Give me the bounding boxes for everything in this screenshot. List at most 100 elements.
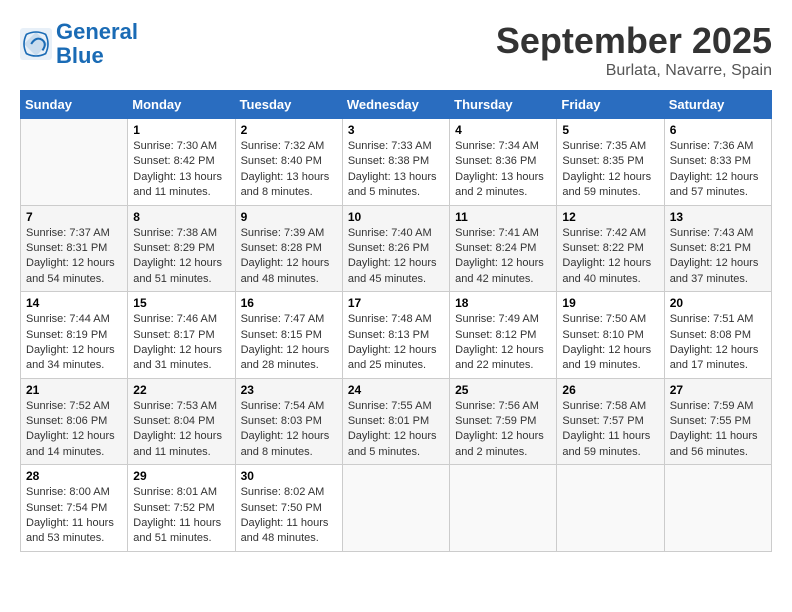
day-number: 2 <box>241 123 337 137</box>
week-row-4: 21 Sunrise: 7:52 AMSunset: 8:06 PMDayligh… <box>21 378 772 465</box>
day-number: 15 <box>133 296 229 310</box>
calendar-cell <box>450 465 557 552</box>
calendar-cell: 1 Sunrise: 7:30 AMSunset: 8:42 PMDaylight… <box>128 119 235 206</box>
calendar-cell: 2 Sunrise: 7:32 AMSunset: 8:40 PMDaylight… <box>235 119 342 206</box>
calendar-cell: 10 Sunrise: 7:40 AMSunset: 8:26 PMDayligh… <box>342 205 449 292</box>
day-number: 5 <box>562 123 658 137</box>
header-row: SundayMondayTuesdayWednesdayThursdayFrid… <box>21 91 772 119</box>
day-info: Sunrise: 7:49 AMSunset: 8:12 PMDaylight:… <box>455 312 551 374</box>
day-number: 18 <box>455 296 551 310</box>
calendar-cell: 12Sunrise: 7:42 AMSunset: 8:22 PMDayligh… <box>557 205 664 292</box>
calendar-cell: 27 Sunrise: 7:59 AMSunset: 7:55 PMDayligh… <box>664 378 771 465</box>
day-info: Sunrise: 7:46 AMSunset: 8:17 PMDaylight:… <box>133 312 229 374</box>
calendar-table: SundayMondayTuesdayWednesdayThursdayFrid… <box>20 90 772 552</box>
week-row-3: 14Sunrise: 7:44 AMSunset: 8:19 PMDayligh… <box>21 292 772 379</box>
day-number: 12 <box>562 210 658 224</box>
day-info: Sunrise: 7:35 AMSunset: 8:35 PMDaylight:… <box>562 139 658 201</box>
day-number: 26 <box>562 383 658 397</box>
day-number: 16 <box>241 296 337 310</box>
day-number: 6 <box>670 123 766 137</box>
day-number: 1 <box>133 123 229 137</box>
calendar-cell: 25 Sunrise: 7:56 AMSunset: 7:59 PMDayligh… <box>450 378 557 465</box>
calendar-cell: 14Sunrise: 7:44 AMSunset: 8:19 PMDayligh… <box>21 292 128 379</box>
day-info: Sunrise: 7:54 AMSunset: 8:03 PMDaylight:… <box>241 399 337 461</box>
calendar-cell: 16 Sunrise: 7:47 AMSunset: 8:15 PMDayligh… <box>235 292 342 379</box>
day-number: 4 <box>455 123 551 137</box>
week-row-1: 1 Sunrise: 7:30 AMSunset: 8:42 PMDaylight… <box>21 119 772 206</box>
day-number: 28 <box>26 469 122 483</box>
logo: GeneralBlue <box>20 20 138 68</box>
day-info: Sunrise: 7:30 AMSunset: 8:42 PMDaylight:… <box>133 139 229 201</box>
day-info: Sunrise: 7:38 AMSunset: 8:29 PMDaylight:… <box>133 226 229 288</box>
day-number: 3 <box>348 123 444 137</box>
calendar-cell: 19Sunrise: 7:50 AMSunset: 8:10 PMDayligh… <box>557 292 664 379</box>
day-number: 10 <box>348 210 444 224</box>
day-number: 19 <box>562 296 658 310</box>
day-number: 13 <box>670 210 766 224</box>
day-number: 20 <box>670 296 766 310</box>
col-header-saturday: Saturday <box>664 91 771 119</box>
calendar-cell: 30 Sunrise: 8:02 AMSunset: 7:50 PMDayligh… <box>235 465 342 552</box>
title-block: September 2025 Burlata, Navarre, Spain <box>496 20 772 80</box>
calendar-cell <box>557 465 664 552</box>
calendar-cell: 29 Sunrise: 8:01 AMSunset: 7:52 PMDayligh… <box>128 465 235 552</box>
calendar-cell: 13 Sunrise: 7:43 AMSunset: 8:21 PMDayligh… <box>664 205 771 292</box>
calendar-cell: 5 Sunrise: 7:35 AMSunset: 8:35 PMDaylight… <box>557 119 664 206</box>
day-info: Sunrise: 7:32 AMSunset: 8:40 PMDaylight:… <box>241 139 337 201</box>
day-info: Sunrise: 7:55 AMSunset: 8:01 PMDaylight:… <box>348 399 444 461</box>
calendar-cell <box>342 465 449 552</box>
day-info: Sunrise: 8:01 AMSunset: 7:52 PMDaylight:… <box>133 485 229 547</box>
day-number: 24 <box>348 383 444 397</box>
calendar-cell: 21 Sunrise: 7:52 AMSunset: 8:06 PMDayligh… <box>21 378 128 465</box>
day-number: 29 <box>133 469 229 483</box>
calendar-cell: 9Sunrise: 7:39 AMSunset: 8:28 PMDaylight… <box>235 205 342 292</box>
day-info: Sunrise: 7:58 AMSunset: 7:57 PMDaylight:… <box>562 399 658 461</box>
month-title: September 2025 <box>496 20 772 62</box>
col-header-thursday: Thursday <box>450 91 557 119</box>
col-header-wednesday: Wednesday <box>342 91 449 119</box>
day-info: Sunrise: 7:53 AMSunset: 8:04 PMDaylight:… <box>133 399 229 461</box>
day-info: Sunrise: 7:41 AMSunset: 8:24 PMDaylight:… <box>455 226 551 288</box>
location-subtitle: Burlata, Navarre, Spain <box>496 62 772 80</box>
day-info: Sunrise: 7:37 AMSunset: 8:31 PMDaylight:… <box>26 226 122 288</box>
calendar-cell: 6Sunrise: 7:36 AMSunset: 8:33 PMDaylight… <box>664 119 771 206</box>
page-header: GeneralBlue September 2025 Burlata, Nava… <box>20 20 772 80</box>
day-info: Sunrise: 7:59 AMSunset: 7:55 PMDaylight:… <box>670 399 766 461</box>
day-info: Sunrise: 7:40 AMSunset: 8:26 PMDaylight:… <box>348 226 444 288</box>
day-info: Sunrise: 7:48 AMSunset: 8:13 PMDaylight:… <box>348 312 444 374</box>
calendar-cell: 11 Sunrise: 7:41 AMSunset: 8:24 PMDayligh… <box>450 205 557 292</box>
day-number: 17 <box>348 296 444 310</box>
col-header-friday: Friday <box>557 91 664 119</box>
day-number: 30 <box>241 469 337 483</box>
calendar-cell <box>21 119 128 206</box>
calendar-cell <box>664 465 771 552</box>
day-info: Sunrise: 8:00 AMSunset: 7:54 PMDaylight:… <box>26 485 122 547</box>
day-number: 11 <box>455 210 551 224</box>
day-info: Sunrise: 7:43 AMSunset: 8:21 PMDaylight:… <box>670 226 766 288</box>
day-number: 25 <box>455 383 551 397</box>
day-number: 8 <box>133 210 229 224</box>
calendar-cell: 8 Sunrise: 7:38 AMSunset: 8:29 PMDaylight… <box>128 205 235 292</box>
calendar-cell: 22Sunrise: 7:53 AMSunset: 8:04 PMDayligh… <box>128 378 235 465</box>
col-header-tuesday: Tuesday <box>235 91 342 119</box>
day-info: Sunrise: 7:51 AMSunset: 8:08 PMDaylight:… <box>670 312 766 374</box>
calendar-cell: 17 Sunrise: 7:48 AMSunset: 8:13 PMDayligh… <box>342 292 449 379</box>
day-number: 21 <box>26 383 122 397</box>
day-number: 23 <box>241 383 337 397</box>
calendar-cell: 24 Sunrise: 7:55 AMSunset: 8:01 PMDayligh… <box>342 378 449 465</box>
calendar-cell: 3Sunrise: 7:33 AMSunset: 8:38 PMDaylight… <box>342 119 449 206</box>
col-header-sunday: Sunday <box>21 91 128 119</box>
day-info: Sunrise: 7:52 AMSunset: 8:06 PMDaylight:… <box>26 399 122 461</box>
day-info: Sunrise: 7:34 AMSunset: 8:36 PMDaylight:… <box>455 139 551 201</box>
day-number: 27 <box>670 383 766 397</box>
calendar-cell: 20 Sunrise: 7:51 AMSunset: 8:08 PMDayligh… <box>664 292 771 379</box>
day-info: Sunrise: 8:02 AMSunset: 7:50 PMDaylight:… <box>241 485 337 547</box>
calendar-cell: 23 Sunrise: 7:54 AMSunset: 8:03 PMDayligh… <box>235 378 342 465</box>
day-info: Sunrise: 7:47 AMSunset: 8:15 PMDaylight:… <box>241 312 337 374</box>
day-number: 14 <box>26 296 122 310</box>
day-number: 7 <box>26 210 122 224</box>
calendar-cell: 26 Sunrise: 7:58 AMSunset: 7:57 PMDayligh… <box>557 378 664 465</box>
day-info: Sunrise: 7:56 AMSunset: 7:59 PMDaylight:… <box>455 399 551 461</box>
calendar-cell: 4 Sunrise: 7:34 AMSunset: 8:36 PMDaylight… <box>450 119 557 206</box>
calendar-cell: 15 Sunrise: 7:46 AMSunset: 8:17 PMDayligh… <box>128 292 235 379</box>
